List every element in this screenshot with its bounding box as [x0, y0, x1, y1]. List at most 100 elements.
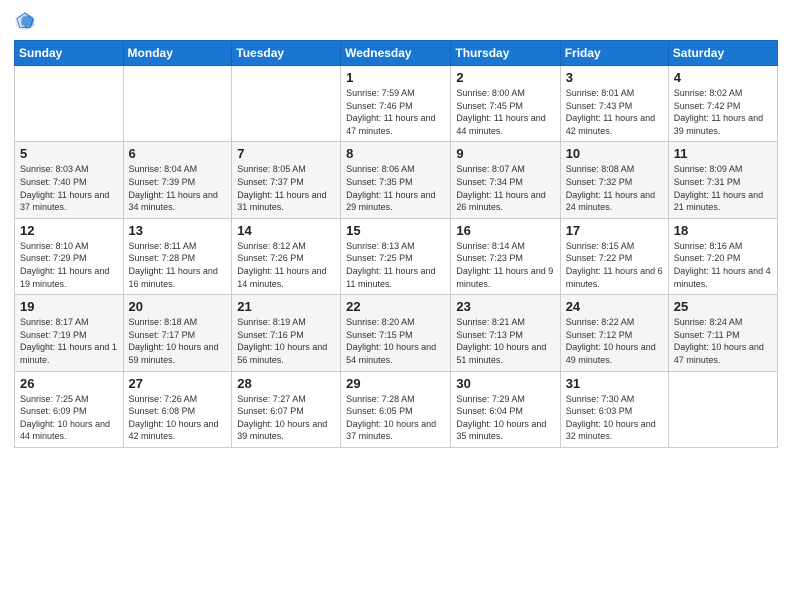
day-number: 25	[674, 299, 772, 314]
day-info: Sunrise: 8:09 AMSunset: 7:31 PMDaylight:…	[674, 163, 772, 213]
day-number: 9	[456, 146, 554, 161]
weekday-header-row: SundayMondayTuesdayWednesdayThursdayFrid…	[15, 41, 778, 66]
weekday-header-wednesday: Wednesday	[341, 41, 451, 66]
day-info: Sunrise: 8:22 AMSunset: 7:12 PMDaylight:…	[566, 316, 663, 366]
calendar-week-2: 5Sunrise: 8:03 AMSunset: 7:40 PMDaylight…	[15, 142, 778, 218]
logo	[14, 10, 38, 32]
day-info: Sunrise: 7:30 AMSunset: 6:03 PMDaylight:…	[566, 393, 663, 443]
day-info: Sunrise: 8:11 AMSunset: 7:28 PMDaylight:…	[129, 240, 227, 290]
header	[14, 10, 778, 32]
day-info: Sunrise: 8:02 AMSunset: 7:42 PMDaylight:…	[674, 87, 772, 137]
page: SundayMondayTuesdayWednesdayThursdayFrid…	[0, 0, 792, 612]
calendar-cell: 15Sunrise: 8:13 AMSunset: 7:25 PMDayligh…	[341, 218, 451, 294]
day-info: Sunrise: 7:29 AMSunset: 6:04 PMDaylight:…	[456, 393, 554, 443]
calendar-cell: 5Sunrise: 8:03 AMSunset: 7:40 PMDaylight…	[15, 142, 124, 218]
calendar-cell: 7 Sunrise: 8:05 AMSunset: 7:37 PMDaylight…	[232, 142, 341, 218]
calendar-table: SundayMondayTuesdayWednesdayThursdayFrid…	[14, 40, 778, 448]
day-info: Sunrise: 8:19 AMSunset: 7:16 PMDaylight:…	[237, 316, 335, 366]
calendar-cell: 18Sunrise: 8:16 AMSunset: 7:20 PMDayligh…	[668, 218, 777, 294]
calendar-cell: 11 Sunrise: 8:09 AMSunset: 7:31 PMDayligh…	[668, 142, 777, 218]
calendar-cell: 31Sunrise: 7:30 AMSunset: 6:03 PMDayligh…	[560, 371, 668, 447]
day-info: Sunrise: 8:24 AMSunset: 7:11 PMDaylight:…	[674, 316, 772, 366]
day-number: 1	[346, 70, 445, 85]
calendar-cell: 10 Sunrise: 8:08 AMSunset: 7:32 PMDayligh…	[560, 142, 668, 218]
calendar-cell: 27Sunrise: 7:26 AMSunset: 6:08 PMDayligh…	[123, 371, 232, 447]
day-number: 11	[674, 146, 772, 161]
calendar-cell: 17 Sunrise: 8:15 AMSunset: 7:22 PMDayligh…	[560, 218, 668, 294]
day-info: Sunrise: 8:04 AMSunset: 7:39 PMDaylight:…	[129, 163, 227, 213]
weekday-header-monday: Monday	[123, 41, 232, 66]
calendar-cell: 23 Sunrise: 8:21 AMSunset: 7:13 PMDayligh…	[451, 295, 560, 371]
calendar-week-3: 12 Sunrise: 8:10 AMSunset: 7:29 PMDayligh…	[15, 218, 778, 294]
day-info: Sunrise: 7:25 AMSunset: 6:09 PMDaylight:…	[20, 393, 118, 443]
day-number: 26	[20, 376, 118, 391]
day-info: Sunrise: 8:15 AMSunset: 7:22 PMDaylight:…	[566, 240, 663, 290]
day-info: Sunrise: 8:18 AMSunset: 7:17 PMDaylight:…	[129, 316, 227, 366]
day-info: Sunrise: 8:08 AMSunset: 7:32 PMDaylight:…	[566, 163, 663, 213]
day-info: Sunrise: 7:27 AMSunset: 6:07 PMDaylight:…	[237, 393, 335, 443]
day-info: Sunrise: 8:06 AMSunset: 7:35 PMDaylight:…	[346, 163, 445, 213]
calendar-cell: 9 Sunrise: 8:07 AMSunset: 7:34 PMDaylight…	[451, 142, 560, 218]
day-number: 15	[346, 223, 445, 238]
day-number: 7	[237, 146, 335, 161]
calendar-cell: 13 Sunrise: 8:11 AMSunset: 7:28 PMDayligh…	[123, 218, 232, 294]
calendar-cell: 1Sunrise: 7:59 AMSunset: 7:46 PMDaylight…	[341, 66, 451, 142]
calendar-cell: 26 Sunrise: 7:25 AMSunset: 6:09 PMDayligh…	[15, 371, 124, 447]
day-number: 27	[129, 376, 227, 391]
weekday-header-saturday: Saturday	[668, 41, 777, 66]
calendar-cell: 19 Sunrise: 8:17 AMSunset: 7:19 PMDayligh…	[15, 295, 124, 371]
calendar-cell: 22 Sunrise: 8:20 AMSunset: 7:15 PMDayligh…	[341, 295, 451, 371]
day-number: 6	[129, 146, 227, 161]
day-info: Sunrise: 8:21 AMSunset: 7:13 PMDaylight:…	[456, 316, 554, 366]
day-info: Sunrise: 8:12 AMSunset: 7:26 PMDaylight:…	[237, 240, 335, 290]
calendar-cell	[15, 66, 124, 142]
calendar-week-5: 26 Sunrise: 7:25 AMSunset: 6:09 PMDayligh…	[15, 371, 778, 447]
day-number: 30	[456, 376, 554, 391]
calendar-cell: 6 Sunrise: 8:04 AMSunset: 7:39 PMDaylight…	[123, 142, 232, 218]
day-number: 19	[20, 299, 118, 314]
day-info: Sunrise: 8:00 AMSunset: 7:45 PMDaylight:…	[456, 87, 554, 137]
calendar-cell: 16 Sunrise: 8:14 AMSunset: 7:23 PMDayligh…	[451, 218, 560, 294]
day-info: Sunrise: 8:05 AMSunset: 7:37 PMDaylight:…	[237, 163, 335, 213]
day-number: 24	[566, 299, 663, 314]
day-info: Sunrise: 8:10 AMSunset: 7:29 PMDaylight:…	[20, 240, 118, 290]
weekday-header-thursday: Thursday	[451, 41, 560, 66]
day-number: 21	[237, 299, 335, 314]
calendar-cell: 3 Sunrise: 8:01 AMSunset: 7:43 PMDaylight…	[560, 66, 668, 142]
weekday-header-tuesday: Tuesday	[232, 41, 341, 66]
day-number: 3	[566, 70, 663, 85]
calendar-cell: 12 Sunrise: 8:10 AMSunset: 7:29 PMDayligh…	[15, 218, 124, 294]
day-number: 13	[129, 223, 227, 238]
day-number: 17	[566, 223, 663, 238]
day-number: 12	[20, 223, 118, 238]
calendar-cell: 30 Sunrise: 7:29 AMSunset: 6:04 PMDayligh…	[451, 371, 560, 447]
day-number: 10	[566, 146, 663, 161]
day-number: 16	[456, 223, 554, 238]
day-number: 4	[674, 70, 772, 85]
weekday-header-sunday: Sunday	[15, 41, 124, 66]
day-number: 28	[237, 376, 335, 391]
day-number: 5	[20, 146, 118, 161]
day-number: 23	[456, 299, 554, 314]
calendar-cell: 4 Sunrise: 8:02 AMSunset: 7:42 PMDaylight…	[668, 66, 777, 142]
calendar-cell: 14 Sunrise: 8:12 AMSunset: 7:26 PMDayligh…	[232, 218, 341, 294]
calendar-cell	[232, 66, 341, 142]
day-info: Sunrise: 7:28 AMSunset: 6:05 PMDaylight:…	[346, 393, 445, 443]
day-info: Sunrise: 8:20 AMSunset: 7:15 PMDaylight:…	[346, 316, 445, 366]
calendar-cell: 2Sunrise: 8:00 AMSunset: 7:45 PMDaylight…	[451, 66, 560, 142]
calendar-cell: 20 Sunrise: 8:18 AMSunset: 7:17 PMDayligh…	[123, 295, 232, 371]
calendar-cell	[668, 371, 777, 447]
calendar-week-1: 1Sunrise: 7:59 AMSunset: 7:46 PMDaylight…	[15, 66, 778, 142]
day-number: 14	[237, 223, 335, 238]
day-info: Sunrise: 8:14 AMSunset: 7:23 PMDaylight:…	[456, 240, 554, 290]
day-number: 8	[346, 146, 445, 161]
day-number: 22	[346, 299, 445, 314]
day-info: Sunrise: 8:17 AMSunset: 7:19 PMDaylight:…	[20, 316, 118, 366]
calendar-week-4: 19 Sunrise: 8:17 AMSunset: 7:19 PMDayligh…	[15, 295, 778, 371]
day-info: Sunrise: 8:07 AMSunset: 7:34 PMDaylight:…	[456, 163, 554, 213]
day-info: Sunrise: 8:01 AMSunset: 7:43 PMDaylight:…	[566, 87, 663, 137]
day-number: 20	[129, 299, 227, 314]
logo-icon	[14, 10, 36, 32]
calendar-cell: 28 Sunrise: 7:27 AMSunset: 6:07 PMDayligh…	[232, 371, 341, 447]
day-info: Sunrise: 8:16 AMSunset: 7:20 PMDaylight:…	[674, 240, 772, 290]
